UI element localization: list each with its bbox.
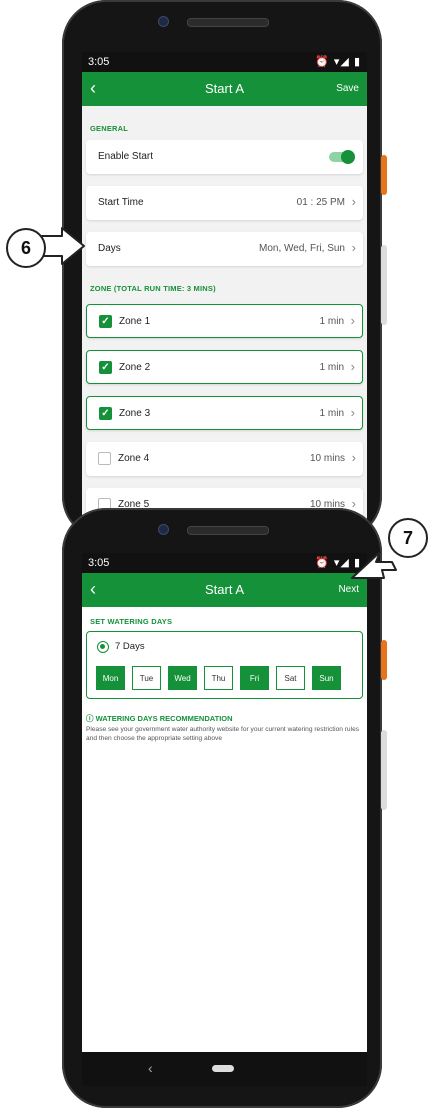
callout-step-6: 6 (6, 228, 46, 268)
callout-arrows (41, 227, 397, 579)
callout-7-arrow-icon (351, 551, 397, 579)
callout-6-arrow-icon (41, 227, 85, 265)
callout-step-7: 7 (388, 518, 428, 558)
